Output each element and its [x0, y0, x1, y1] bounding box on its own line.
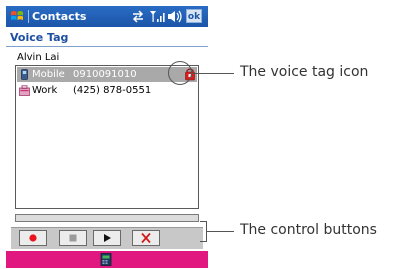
- record-icon: [29, 234, 37, 242]
- playback-progress-bar: [15, 214, 199, 222]
- ok-button[interactable]: ok: [186, 9, 202, 23]
- start-menu-icon[interactable]: [10, 9, 24, 23]
- connectivity-icon[interactable]: [130, 9, 146, 24]
- record-button[interactable]: [19, 230, 47, 246]
- title-divider: [6, 46, 208, 47]
- page-title: Voice Tag: [10, 31, 69, 44]
- work-phone-icon: [19, 85, 30, 96]
- signal-icon[interactable]: [149, 9, 165, 24]
- play-button[interactable]: [93, 230, 121, 246]
- keyboard-icon[interactable]: [99, 253, 113, 266]
- control-toolbar: [11, 227, 203, 249]
- title-separator: [28, 10, 29, 23]
- stop-icon: [69, 234, 77, 242]
- app-title: Contacts: [32, 10, 87, 23]
- title-bar: Contacts ok: [6, 6, 208, 27]
- number-value: (425) 878-0551: [73, 85, 152, 96]
- number-row-work[interactable]: Work (425) 878-0551: [17, 83, 197, 98]
- voice-tag-callout-circle: [168, 61, 192, 85]
- speaker-icon[interactable]: [167, 9, 183, 24]
- number-label: Work: [32, 85, 58, 96]
- delete-icon: [141, 232, 151, 244]
- controls-callout-bracket: [200, 221, 207, 242]
- contact-name: Alvin Lai: [17, 52, 60, 63]
- stop-button[interactable]: [59, 230, 87, 246]
- voice-tag-annotation: The voice tag icon: [240, 64, 369, 80]
- voice-tag-callout-line: [192, 73, 234, 74]
- menu-bar: [6, 251, 208, 268]
- device-screen: Contacts ok Voice Tag Alvin Lai Mobile 0…: [6, 6, 208, 268]
- controls-annotation: The control buttons: [240, 222, 377, 238]
- controls-callout-line: [207, 231, 234, 232]
- number-value: 0910091010: [73, 69, 137, 80]
- phone-number-list[interactable]: Mobile 0910091010 Work (425) 878-0551: [15, 65, 199, 209]
- delete-button[interactable]: [132, 230, 160, 246]
- mobile-phone-icon: [21, 69, 28, 80]
- play-icon: [104, 234, 111, 242]
- number-label: Mobile: [32, 69, 65, 80]
